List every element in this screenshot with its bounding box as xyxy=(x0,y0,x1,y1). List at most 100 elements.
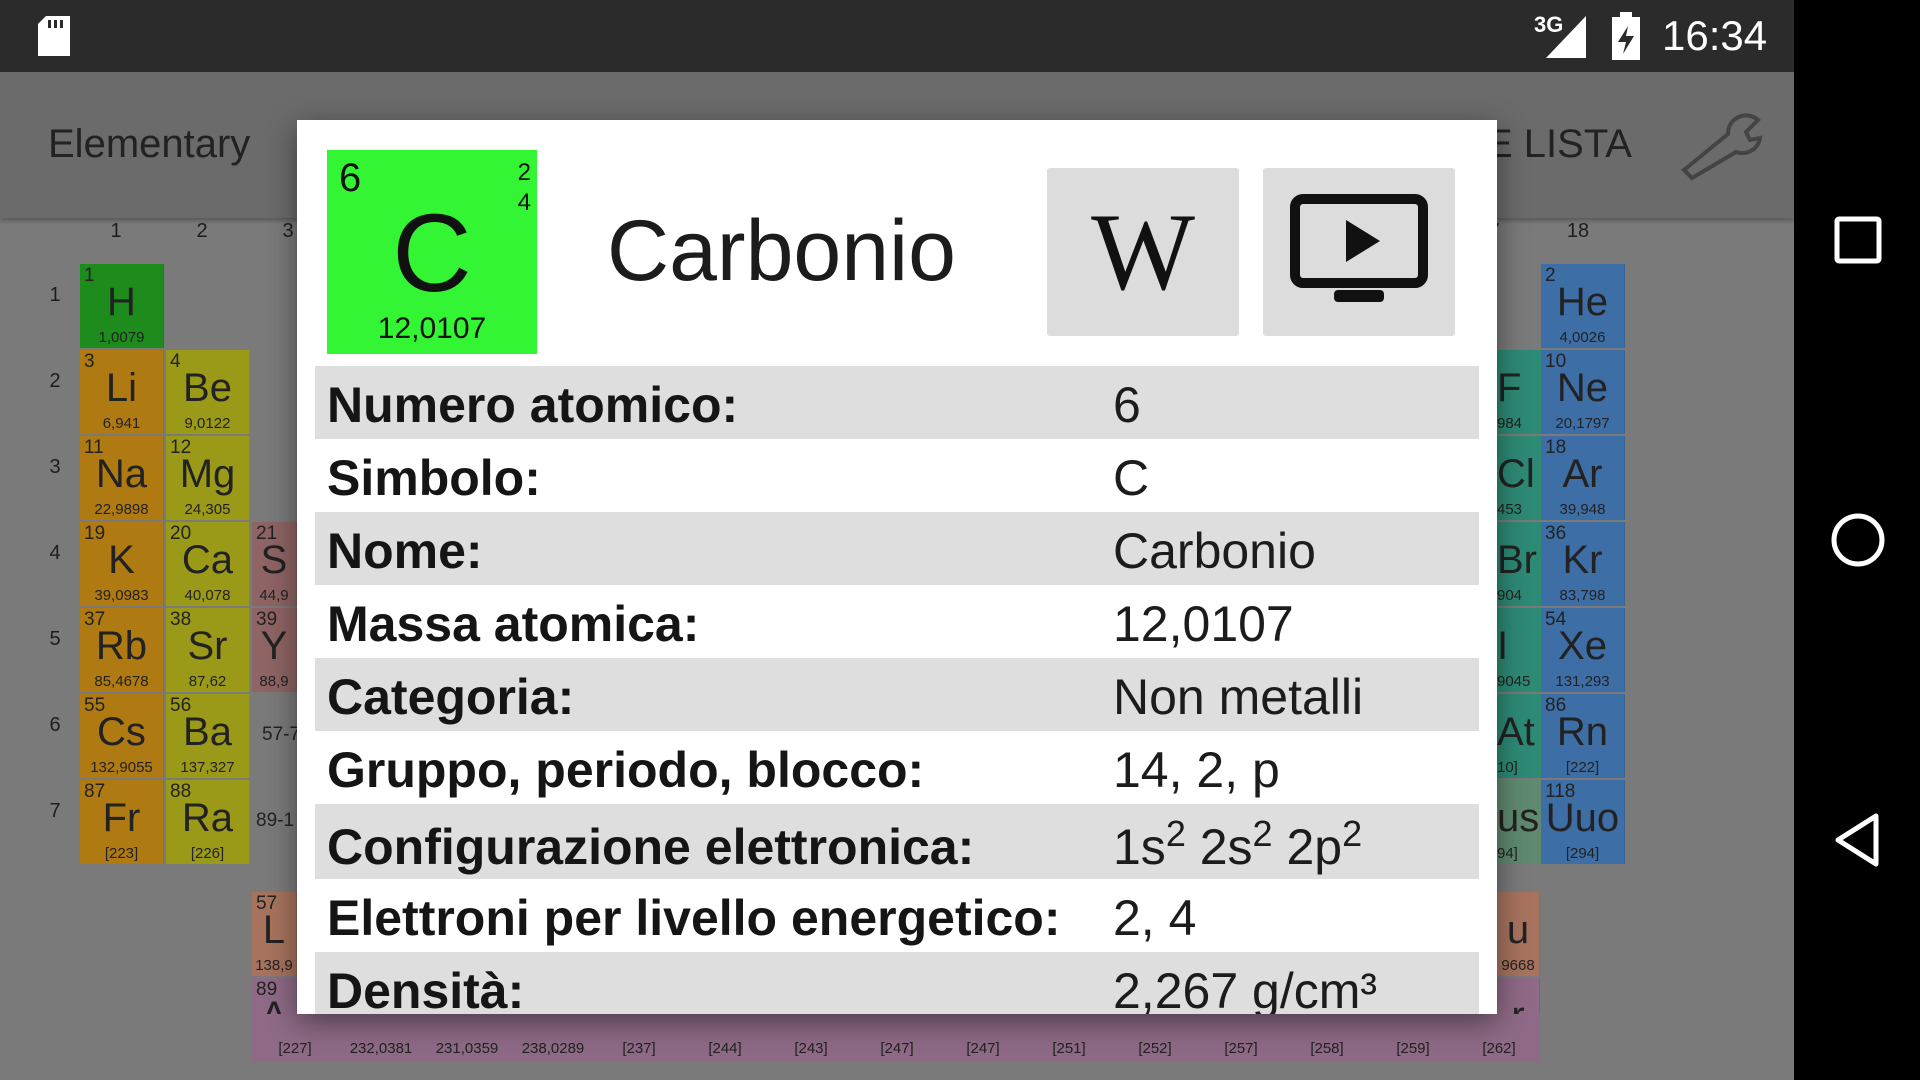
element-cell[interactable]: 12 Mg 24,305 xyxy=(166,436,250,520)
actinide-mass: 232,0381 xyxy=(349,1040,413,1057)
cell-symbol: Fr xyxy=(102,796,141,840)
property-value: Carbonio xyxy=(1113,523,1316,579)
cell-symbol: Na xyxy=(95,452,148,496)
period-label: 4 xyxy=(49,542,61,564)
status-bar: 3G 16:34 xyxy=(0,0,1794,72)
actinide-mass: [237] xyxy=(622,1040,656,1057)
element-cell[interactable]: 11 Na 22,9898 xyxy=(80,436,164,520)
element-cell[interactable]: 57 L 138,9 xyxy=(252,892,297,976)
actinide-mass: 238,0289 xyxy=(521,1040,585,1057)
cell-symbol: Ne xyxy=(1556,366,1609,410)
element-cell[interactable]: 38 Sr 87,62 xyxy=(166,608,250,692)
actinide-mass: [243] xyxy=(794,1040,828,1057)
property-label: Massa atomica: xyxy=(327,596,700,652)
element-tile: 6 2 4 C 12,0107 xyxy=(327,150,537,354)
actinide-mass: [247] xyxy=(880,1040,914,1057)
cell-mass: 88,9 xyxy=(259,673,289,690)
cell-mass: 24,305 xyxy=(184,501,231,518)
element-cell[interactable]: 39 Y 88,9 xyxy=(252,608,297,692)
element-cell[interactable]: 20 Ca 40,078 xyxy=(166,522,250,606)
element-cell[interactable]: 118 Uuo [294] xyxy=(1541,780,1625,864)
element-cell[interactable]: 2 He 4,0026 xyxy=(1541,264,1625,348)
element-cell[interactable]: u 9668 xyxy=(1497,892,1540,976)
element-cell[interactable]: 18 Ar 39,948 xyxy=(1541,436,1625,520)
element-cell[interactable]: 55 Cs 132,9055 xyxy=(80,694,164,778)
battery-icon xyxy=(1612,12,1640,60)
actinide-mass: [227] xyxy=(278,1040,312,1057)
cell-mass: 1,0079 xyxy=(98,329,145,346)
actinide-ref: 89-1 xyxy=(256,810,295,831)
element-cell[interactable]: F 984 xyxy=(1497,350,1543,434)
element-cell[interactable]: 88 Ra [226] xyxy=(166,780,250,864)
element-cell[interactable]: 10 Ne 20,1797 xyxy=(1541,350,1625,434)
cell-symbol: L xyxy=(262,908,286,952)
property-label: Gruppo, periodo, blocco: xyxy=(327,742,925,798)
property-row: Categoria: Non metalli xyxy=(315,658,1479,731)
element-cell[interactable]: At 10] xyxy=(1497,694,1543,778)
element-cell[interactable]: 1 H 1,0079 xyxy=(80,264,164,348)
home-circle-icon[interactable] xyxy=(1830,512,1886,568)
period-label: 1 xyxy=(49,284,61,306)
list-view-button[interactable]: E LISTA xyxy=(1486,122,1632,167)
element-cell[interactable]: 56 Ba 137,327 xyxy=(166,694,250,778)
property-row: Simbolo: C xyxy=(315,439,1479,512)
property-label: Numero atomico: xyxy=(327,377,739,433)
cell-symbol: Uuo xyxy=(1545,796,1620,840)
group-label: 2 xyxy=(196,220,208,242)
cell-mass: 9,0122 xyxy=(184,415,231,432)
group-label: 1 xyxy=(110,220,122,242)
element-cell[interactable]: 37 Rb 85,4678 xyxy=(80,608,164,692)
element-cell[interactable]: 86 Rn [222] xyxy=(1541,694,1625,778)
cell-mass: 83,798 xyxy=(1559,587,1606,604)
signal-icon xyxy=(1546,16,1586,58)
property-label: Simbolo: xyxy=(327,450,541,506)
cell-symbol: Ba xyxy=(183,710,232,754)
element-cell[interactable]: 36 Kr 83,798 xyxy=(1541,522,1625,606)
recents-square-icon[interactable] xyxy=(1834,216,1882,264)
element-cell[interactable]: Cl 453 xyxy=(1497,436,1543,520)
cell-mass: 9045 xyxy=(1497,673,1531,690)
cell-mass: 20,1797 xyxy=(1555,415,1610,432)
period-label: 6 xyxy=(49,714,61,736)
property-row: Massa atomica: 12,0107 xyxy=(315,585,1479,658)
cell-mass: 39,0983 xyxy=(94,587,149,604)
video-play-icon xyxy=(1290,194,1428,302)
cell-mass: 10] xyxy=(1497,759,1518,776)
cell-symbol: At xyxy=(1497,710,1535,754)
sd-card-icon xyxy=(38,16,70,56)
property-row: Densità: 2,267 g/cm³ xyxy=(315,952,1479,1014)
navigation-bar xyxy=(1794,0,1920,1080)
cell-symbol: Cl xyxy=(1497,452,1535,496)
cell-symbol: u xyxy=(1506,908,1530,952)
video-button[interactable] xyxy=(1263,168,1455,336)
cell-symbol: Rb xyxy=(95,624,148,668)
element-cell[interactable]: 4 Be 9,0122 xyxy=(166,350,250,434)
config-exponent: 2 xyxy=(1165,813,1186,854)
cell-mass: [226] xyxy=(190,845,225,862)
element-cell[interactable]: 21 S 44,9 xyxy=(252,522,297,606)
cell-mass: 6,941 xyxy=(102,415,141,432)
element-cell[interactable]: Br 904 xyxy=(1497,522,1543,606)
config-term: 1s xyxy=(1113,819,1166,875)
property-value: Non metalli xyxy=(1113,669,1364,725)
cell-symbol: Ra xyxy=(181,796,234,840)
element-cell[interactable]: 19 K 39,0983 xyxy=(80,522,164,606)
cell-mass: 138,9 xyxy=(255,957,293,974)
element-cell[interactable]: I 9045 xyxy=(1497,608,1543,692)
property-value: C xyxy=(1113,450,1150,506)
cell-mass: 4,0026 xyxy=(1559,329,1606,346)
cell-symbol: Be xyxy=(183,366,232,410)
element-cell[interactable]: 87 Fr [223] xyxy=(80,780,164,864)
property-row: Numero atomico: 6 xyxy=(315,366,1479,439)
actinide-mass: [257] xyxy=(1224,1040,1258,1057)
actinide-mass: [251] xyxy=(1052,1040,1086,1057)
wikipedia-button[interactable]: W xyxy=(1047,168,1239,336)
period-label: 2 xyxy=(49,370,61,392)
cell-mass: 132,9055 xyxy=(90,759,153,776)
element-cell[interactable]: us 94] xyxy=(1497,780,1543,864)
element-cell[interactable]: 3 Li 6,941 xyxy=(80,350,164,434)
cell-symbol: Br xyxy=(1497,538,1537,582)
element-cell[interactable]: 54 Xe 131,293 xyxy=(1541,608,1625,692)
back-triangle-icon[interactable] xyxy=(1832,812,1882,868)
wrench-icon[interactable] xyxy=(1676,112,1766,182)
